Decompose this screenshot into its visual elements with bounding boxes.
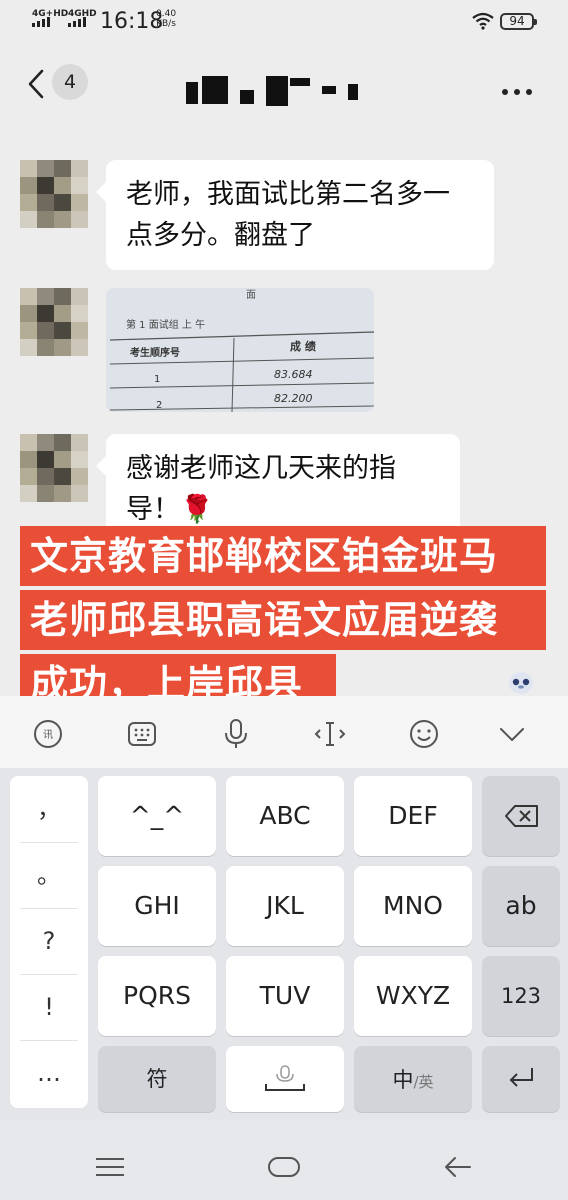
collapse-icon bbox=[500, 728, 524, 741]
battery-level: 94 bbox=[509, 14, 525, 28]
backspace-icon bbox=[505, 805, 538, 827]
score-sheet-photo: 面 第 1 面试组 上 午 考生顺序号 成 绩 1 83.684 2 82.20… bbox=[106, 288, 374, 412]
key-def[interactable]: DEF bbox=[354, 776, 472, 856]
message-bubble[interactable]: 老师，我面试比第二名多一点多分。翻盘了 bbox=[96, 160, 494, 270]
unread-count-badge: 4 bbox=[52, 64, 88, 100]
keyboard-switch-button[interactable] bbox=[122, 714, 162, 754]
key-zh-label: 中 bbox=[392, 1068, 414, 1092]
symbol-key[interactable]: ， bbox=[10, 776, 88, 842]
photo-col-score: 成 绩 bbox=[290, 339, 316, 353]
text-cursor-icon bbox=[314, 722, 346, 746]
photo-header-text: 第 1 面试组 上 午 bbox=[126, 318, 205, 331]
key-mno[interactable]: MNO bbox=[354, 866, 472, 946]
battery-icon: 94 bbox=[500, 13, 537, 30]
symbol-key[interactable]: … bbox=[10, 1040, 88, 1106]
photo-row-seq: 1 bbox=[154, 374, 160, 385]
collapse-keyboard-button[interactable] bbox=[492, 714, 532, 754]
key-en-label: /英 bbox=[413, 1073, 434, 1091]
key-123[interactable]: 123 bbox=[482, 956, 560, 1036]
emoji-button[interactable] bbox=[404, 714, 444, 754]
keyboard-icon bbox=[128, 722, 156, 746]
svg-text:讯: 讯 bbox=[43, 729, 53, 741]
cursor-control-button[interactable] bbox=[310, 714, 350, 754]
backspace-key[interactable] bbox=[482, 776, 560, 856]
key-pqrs[interactable]: PQRS bbox=[98, 956, 216, 1036]
enter-key[interactable] bbox=[482, 1046, 560, 1112]
chat-header: 4 bbox=[0, 44, 568, 128]
symbol-column[interactable]: ， 。 ? ! … bbox=[10, 776, 88, 1108]
key-symbols[interactable]: 符 bbox=[98, 1046, 216, 1112]
speed-unit: KB/s bbox=[156, 19, 176, 29]
home-icon[interactable] bbox=[266, 1154, 302, 1180]
back-icon[interactable] bbox=[442, 1154, 474, 1180]
contact-name-redacted bbox=[180, 74, 380, 110]
photo-row-score: 83.684 bbox=[274, 368, 313, 381]
more-button[interactable] bbox=[500, 78, 534, 98]
key-ab[interactable]: ab bbox=[482, 866, 560, 946]
more-icon bbox=[502, 89, 532, 95]
message-text: 老师，我面试比第二名多一点多分。翻盘了 bbox=[126, 179, 450, 251]
t9-keyboard: ， 。 ? ! … ^_^ ABC DEF GHI JKL MNO ab PQR… bbox=[0, 768, 568, 1120]
ime-toolbar: 讯 bbox=[0, 696, 568, 768]
network-speed: 0.40 KB/s bbox=[156, 9, 176, 29]
caption-line: 文京教育邯郸校区铂金班马 bbox=[20, 526, 546, 586]
back-button[interactable]: 4 bbox=[18, 58, 108, 104]
image-message[interactable]: 面 第 1 面试组 上 午 考生顺序号 成 绩 1 83.684 2 82.20… bbox=[106, 288, 374, 412]
signal-icon-1 bbox=[32, 17, 50, 27]
photo-col-seq: 考生顺序号 bbox=[130, 346, 180, 359]
key-abc[interactable]: ABC bbox=[226, 776, 344, 856]
chevron-left-icon bbox=[28, 69, 44, 99]
space-mic-icon bbox=[265, 1065, 305, 1091]
menu-icon[interactable] bbox=[94, 1156, 126, 1178]
symbol-key[interactable]: ! bbox=[10, 974, 88, 1040]
voice-input-button[interactable] bbox=[216, 714, 256, 754]
photo-row-score: 82.200 bbox=[274, 392, 313, 405]
photo-row-seq: 2 bbox=[156, 400, 162, 411]
avatar[interactable] bbox=[20, 434, 88, 502]
language-switch-key[interactable]: 中/英 bbox=[354, 1046, 472, 1112]
key-emoticon[interactable]: ^_^ bbox=[98, 776, 216, 856]
photo-title-fragment: 面 bbox=[246, 290, 256, 301]
emoji-icon bbox=[410, 720, 438, 748]
avatar[interactable] bbox=[20, 288, 88, 356]
space-key[interactable] bbox=[226, 1046, 344, 1112]
mascot-icon[interactable] bbox=[506, 666, 536, 696]
key-ghi[interactable]: GHI bbox=[98, 866, 216, 946]
microphone-icon bbox=[225, 719, 247, 748]
signal-icon-2 bbox=[68, 17, 86, 27]
status-bar: 4G+HD 4GHD 16:18 0.40 KB/s 94 bbox=[0, 0, 568, 44]
key-jkl[interactable]: JKL bbox=[226, 866, 344, 946]
wifi-icon bbox=[472, 12, 494, 30]
clock: 16:18 bbox=[100, 9, 164, 34]
key-tuv[interactable]: TUV bbox=[226, 956, 344, 1036]
key-wxyz[interactable]: WXYZ bbox=[354, 956, 472, 1036]
avatar[interactable] bbox=[20, 160, 88, 228]
enter-icon bbox=[509, 1068, 533, 1087]
speed-value: 0.40 bbox=[156, 9, 177, 19]
voice-to-text-icon: 讯 bbox=[34, 720, 62, 748]
system-nav-bar bbox=[0, 1120, 568, 1200]
symbol-key[interactable]: ? bbox=[10, 908, 88, 974]
voice-to-text-button[interactable]: 讯 bbox=[28, 714, 68, 754]
caption-line: 老师邱县职高语文应届逆袭 bbox=[20, 590, 546, 650]
symbol-key[interactable]: 。 bbox=[10, 842, 88, 908]
message-text: 感谢老师这几天来的指导！🌹 bbox=[126, 453, 396, 525]
